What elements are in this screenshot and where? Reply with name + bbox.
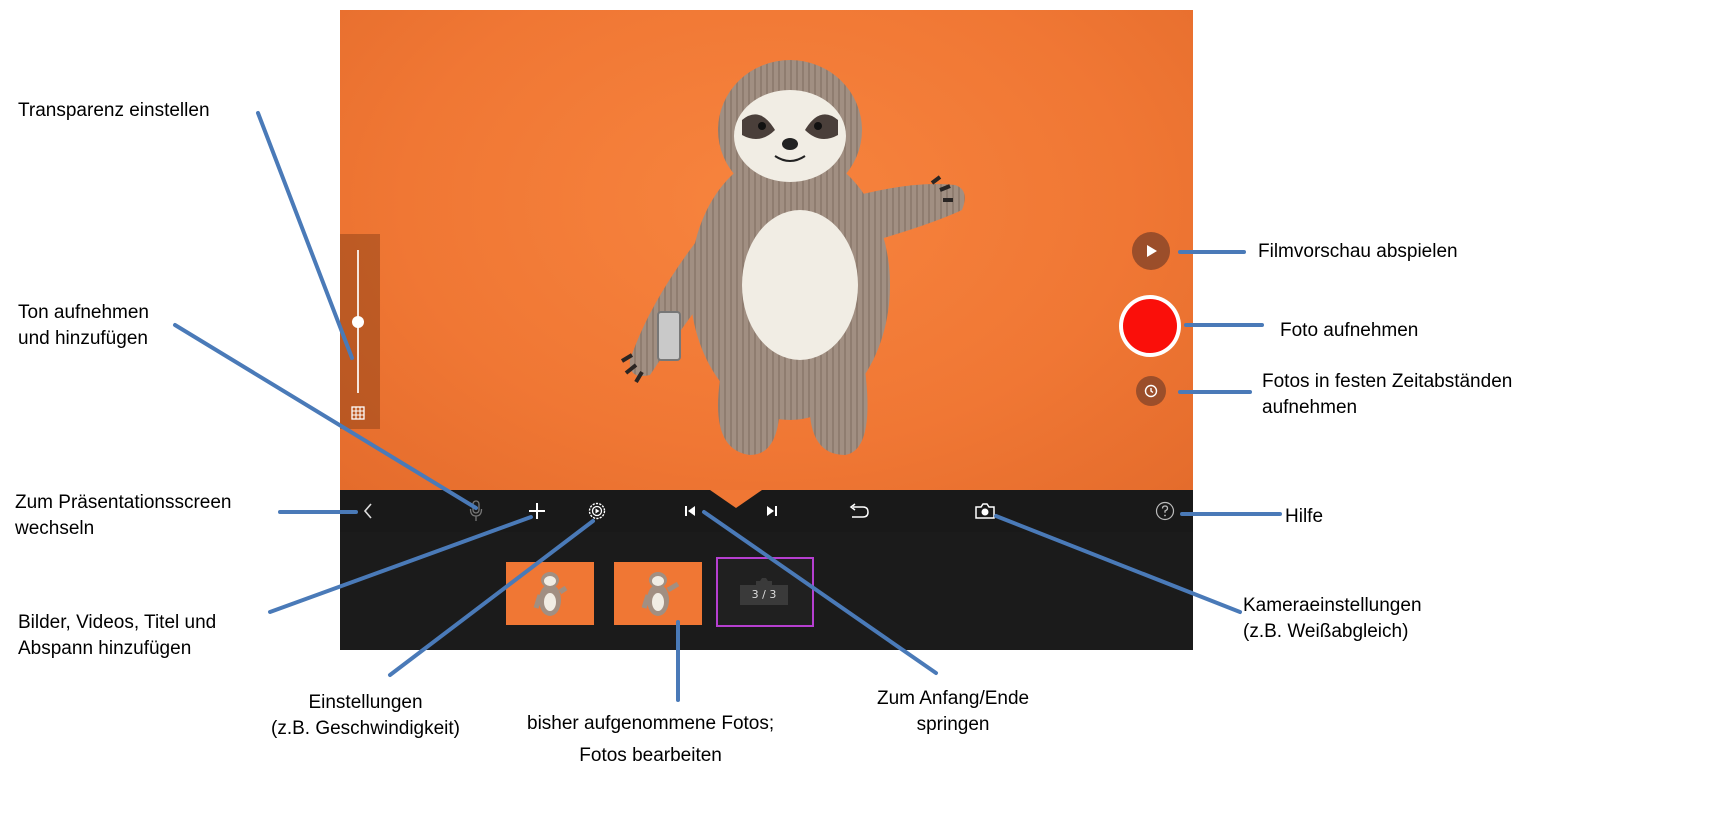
label-play-preview: Filmvorschau abspielen — [1258, 241, 1458, 262]
take-photo-button[interactable] — [1123, 299, 1177, 353]
jump-to-end-button[interactable] — [760, 499, 784, 523]
label-help: Hilfe — [1285, 506, 1324, 527]
microphone-icon — [469, 500, 483, 521]
settings-button[interactable] — [585, 499, 609, 523]
skip-to-end-icon — [767, 506, 777, 516]
plus-icon — [529, 503, 545, 519]
record-sound-button[interactable] — [464, 499, 488, 523]
transparency-slider-panel — [340, 234, 380, 429]
callout-line — [256, 111, 354, 360]
label-record-sound: Ton aufnehmen und hinzufügen — [18, 302, 149, 349]
chevron-left-icon — [363, 503, 372, 519]
undo-icon — [849, 503, 869, 518]
label-presentation-screen: Zum Präsentationsscreen wechseln — [15, 492, 232, 539]
back-button[interactable] — [356, 499, 380, 523]
label-photos: bisher aufgenommene Fotos; Fotos bearbei… — [527, 713, 775, 766]
add-media-button[interactable] — [525, 499, 549, 523]
label-jump: Zum Anfang/Ende springen — [877, 688, 1030, 735]
timer-icon — [1144, 384, 1158, 398]
label-add-media: Bilder, Videos, Titel und Abspann hinzuf… — [18, 612, 217, 659]
play-preview-button[interactable] — [1132, 232, 1170, 270]
settings-gear-icon — [588, 502, 606, 520]
current-frame-slot[interactable]: 3 / 3 — [716, 557, 814, 627]
undo-button[interactable] — [847, 499, 871, 523]
label-camera-settings: Kameraeinstellungen (z.B. Weißabgleich) — [1243, 595, 1422, 642]
camera-settings-button[interactable] — [973, 499, 997, 523]
play-icon — [1147, 245, 1157, 257]
photo-thumbnail[interactable] — [614, 562, 702, 625]
jump-to-start-button[interactable] — [678, 499, 702, 523]
label-settings: Einstellungen (z.B. Geschwindigkeit) — [271, 692, 461, 739]
grid-icon[interactable] — [351, 406, 365, 420]
timelapse-button[interactable] — [1136, 376, 1166, 406]
label-timelapse: Fotos in festen Zeitabständen aufnehmen — [1262, 371, 1513, 418]
label-transparency: Transparenz einstellen — [18, 100, 210, 121]
help-button[interactable] — [1153, 499, 1177, 523]
camera-viewfinder — [340, 10, 1193, 490]
label-take-photo: Foto aufnehmen — [1280, 320, 1419, 341]
stop-motion-app-screen: 3 / 3 — [340, 10, 1193, 650]
sloth-plush-photo — [620, 60, 965, 455]
help-icon — [1155, 501, 1175, 521]
transparency-slider-knob[interactable] — [352, 315, 364, 328]
skip-to-start-icon — [685, 506, 695, 516]
frame-counter: 3 / 3 — [740, 585, 788, 605]
toolbar-notch — [710, 490, 762, 508]
camera-icon — [975, 503, 995, 519]
photo-thumbnail[interactable] — [506, 562, 594, 625]
